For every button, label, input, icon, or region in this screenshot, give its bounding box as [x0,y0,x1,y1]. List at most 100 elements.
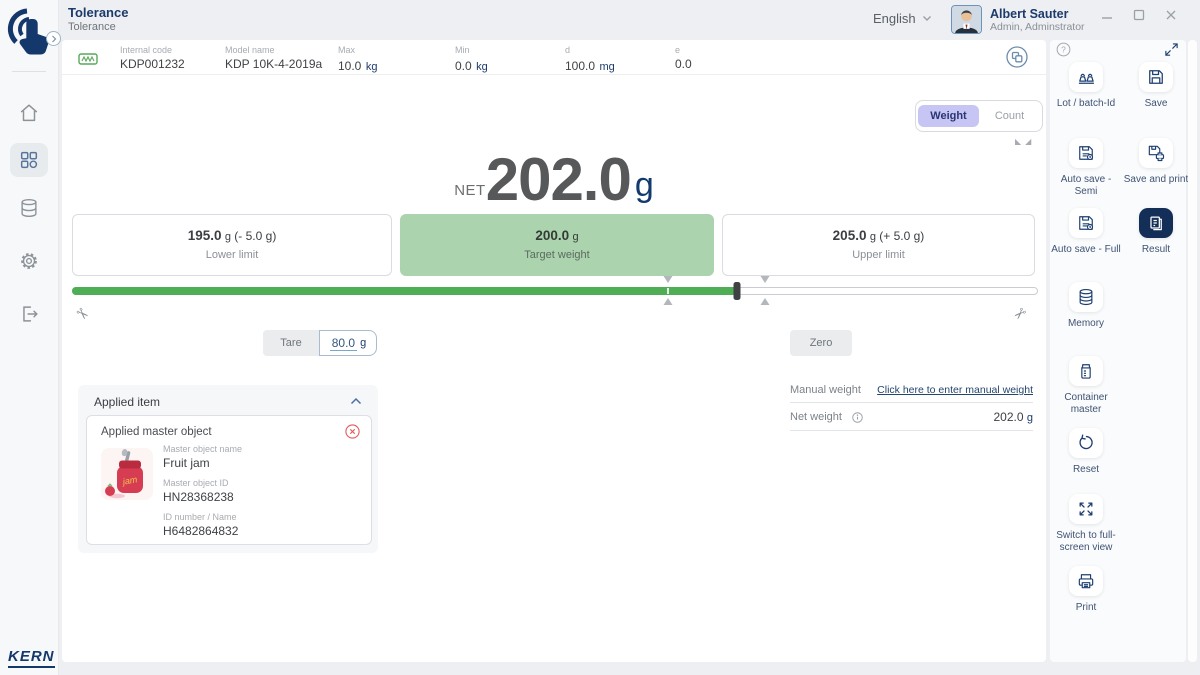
device-field-internal-code: Internal code KDP001232 [120,45,185,71]
language-dropdown[interactable]: English [873,11,932,26]
scale-device-icon [78,53,98,65]
fullscreen-button[interactable] [1069,494,1103,524]
net-weight-label: Net weight [790,411,842,423]
device-field-d: d 100.0 mg [565,45,615,75]
left-sidebar: KERN [0,0,59,675]
sidebar-divider [12,71,46,72]
reset-button[interactable] [1069,428,1103,458]
lot-batch-id-button[interactable] [1069,62,1103,92]
tare-button[interactable]: Tare [263,330,319,356]
lower-limit-card: 195.0 g (- 5.0 g) Lower limit [72,214,392,276]
tare-input-wrap: 80.0 g [319,330,377,356]
main-panel: Internal code KDP001232 Model name KDP 1… [62,40,1046,662]
info-icon [852,412,863,423]
applied-item-collapse-chevron-icon[interactable] [350,397,362,405]
lower-marker-notch [667,288,669,294]
toggle-weight-button[interactable]: Weight [918,105,979,127]
device-field-min: Min 0.0 kg [455,45,488,75]
tare-unit: g [360,337,366,349]
sidebar-item-database[interactable] [18,197,40,219]
breadcrumb: Tolerance [68,21,116,33]
user-menu[interactable]: Albert Sauter Admin, Adminstrator [951,5,1085,34]
master-object-name-field: Master object name Fruit jam [163,444,242,470]
user-role: Admin, Adminstrator [990,21,1085,33]
save-and-print-label: Save and print [1120,174,1192,186]
avatar [951,5,982,34]
user-name: Albert Sauter [990,7,1085,21]
net-weight-row: Net weight 202.0 g [790,404,1033,431]
applied-item-title: Applied item [94,395,160,409]
auto-save-semi-button[interactable] [1069,138,1103,168]
top-header: Tolerance Tolerance English Albert Saute… [58,0,1200,38]
memory-label: Memory [1050,318,1122,330]
sidebar-item-home[interactable] [18,102,40,124]
auto-save-semi-label: Auto save - Semi [1050,174,1122,198]
device-field-e: e 0.0 [675,45,692,71]
window-close-button[interactable] [1165,9,1177,21]
auto-save-full-button[interactable] [1069,208,1103,238]
memory-button[interactable] [1069,282,1103,312]
upper-marker-top-icon [760,276,769,283]
help-icon[interactable]: ? [1056,42,1071,57]
sidebar-item-apps[interactable] [10,143,48,177]
device-switch-icon[interactable] [1005,45,1029,69]
manual-weight-row: Manual weight Click here to enter manual… [790,378,1033,403]
print-button[interactable] [1069,566,1103,596]
brand-logo: KERN [8,648,55,666]
reset-label: Reset [1050,464,1122,476]
weight-value: 202.0 [486,151,631,208]
scissors-right-icon: ✂ [1009,303,1031,325]
chevron-down-icon [922,15,932,22]
lower-marker-top-icon [664,276,673,283]
lower-marker-bottom-icon [664,298,673,305]
net-prefix: NET [454,182,486,208]
tare-input[interactable]: 80.0 [330,336,357,351]
container-master-label: Container master [1050,392,1122,416]
manual-weight-link[interactable]: Click here to enter manual weight [877,384,1033,396]
app-window: KERN Tolerance Tolerance English Albert … [0,0,1200,675]
print-label: Print [1050,602,1122,614]
svg-text:?: ? [1061,45,1066,55]
master-object-id-field: Master object ID HN28368238 [163,478,234,504]
save-and-print-button[interactable] [1139,138,1173,168]
sidebar-item-logout-icon[interactable] [18,303,40,325]
weight-display: NET 202.0 g [62,132,1046,208]
applied-item-section: Applied item Applied master object [78,385,378,553]
remove-applied-item-icon[interactable] [345,424,360,439]
tolerance-slider [72,276,1038,306]
panel-expand-icon[interactable] [1164,42,1179,57]
zero-button[interactable]: Zero [790,330,852,356]
result-label: Result [1120,244,1192,256]
device-field-model-name: Model name KDP 10K-4-2019a [225,45,322,71]
auto-save-full-label: Auto save - Full [1050,244,1122,256]
brand-logo-text: KERN [8,648,55,668]
window-maximize-button[interactable] [1133,9,1145,21]
device-info-bar: Internal code KDP001232 Model name KDP 1… [62,40,1046,75]
result-button[interactable] [1139,208,1173,238]
applied-item-image: jam [101,448,153,500]
current-weight-tick [733,282,740,300]
lot-batch-id-label: Lot / batch-Id [1050,98,1122,110]
scissors-left-icon: ✂ [71,303,93,325]
slider-fill [72,287,737,295]
manual-weight-label: Manual weight [790,384,861,396]
net-weight-value: 202.0 g [994,410,1034,424]
save-button[interactable] [1139,62,1173,92]
sidebar-item-settings-gear-icon[interactable] [18,250,40,272]
fullscreen-label: Switch to full-screen view [1050,530,1122,554]
mode-toggle: Weight Count [915,100,1043,132]
scrollbar-track[interactable] [1188,40,1197,662]
target-weight-card: 200.0 g Target weight [400,214,714,276]
applied-master-object-card: Applied master object jam [86,415,372,545]
container-master-button[interactable] [1069,356,1103,386]
applied-master-object-title: Applied master object [101,426,212,438]
id-number-name-field: ID number / Name H6482864832 [163,512,238,538]
device-field-max: Max 10.0 kg [338,45,377,75]
save-label: Save [1120,98,1192,110]
language-label: English [873,11,916,26]
toggle-count-button[interactable]: Count [979,105,1040,127]
weight-unit: g [631,166,654,208]
page-title: Tolerance [68,5,128,20]
window-minimize-button[interactable] [1101,10,1113,22]
action-panel: ? Lot / batch-Id Save Auto save - Semi S… [1050,40,1186,662]
